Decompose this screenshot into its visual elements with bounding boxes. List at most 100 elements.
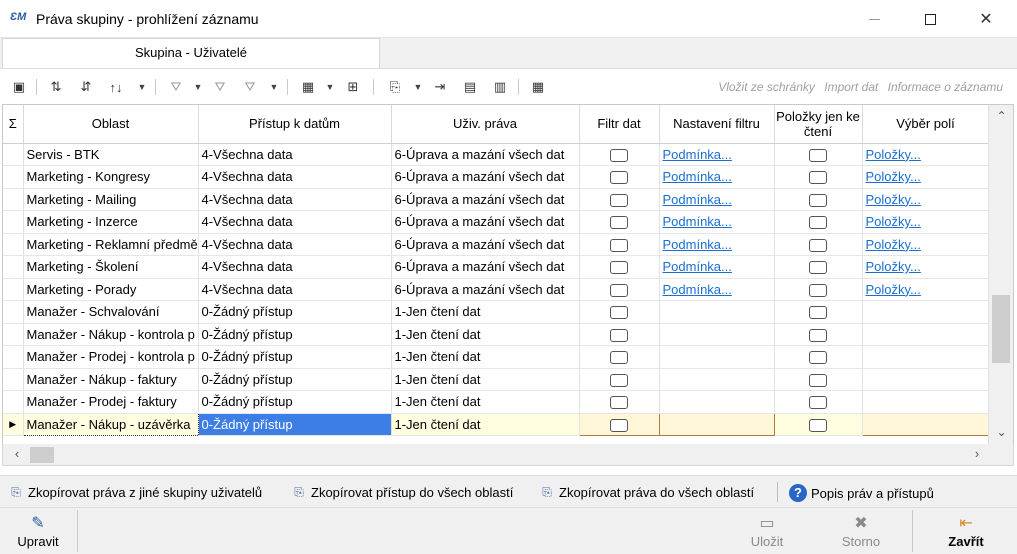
scroll-right-icon[interactable]: › xyxy=(967,446,987,461)
columns-icon[interactable]: ▦ xyxy=(298,78,318,96)
cell-nastaveni-filtru[interactable]: Podmínka... xyxy=(659,255,775,279)
readonly-checkbox[interactable] xyxy=(809,238,827,252)
cell-oblast[interactable]: Manažer - Nákup - faktury xyxy=(23,368,199,391)
condition-link[interactable]: Podmínka... xyxy=(663,214,732,229)
table-row[interactable]: Marketing - Školení 4-Všechna data 6-Úprav… xyxy=(3,255,990,279)
cell-vyber-poli[interactable] xyxy=(862,390,990,414)
cell-nastaveni-filtru[interactable]: Podmínka... xyxy=(659,165,775,189)
paste-from-clipboard-link[interactable]: Vložit ze schránky xyxy=(718,80,815,94)
copy-icon[interactable]: ⎘ xyxy=(385,78,405,96)
fields-link[interactable]: Položky... xyxy=(866,169,921,184)
cell-nastaveni-filtru[interactable]: Podmínka... xyxy=(659,278,775,301)
cell-oblast[interactable]: Marketing - Mailing xyxy=(23,188,199,211)
fields-link[interactable]: Položky... xyxy=(866,192,921,207)
cell-nastaveni-filtru[interactable] xyxy=(658,412,775,436)
minimize-button[interactable] xyxy=(851,0,897,38)
cell-oblast[interactable]: Marketing - Porady xyxy=(23,278,199,301)
cell-polozky-cteni[interactable] xyxy=(774,390,863,414)
preview-icon[interactable]: ▣ xyxy=(9,78,29,96)
cell-vyber-poli[interactable] xyxy=(862,323,990,346)
cell-prava[interactable]: 1-Jen čtení dat xyxy=(391,413,580,436)
sort-dropdown-icon[interactable]: ▼ xyxy=(137,78,147,96)
cell-nastaveni-filtru[interactable] xyxy=(659,323,775,346)
fields-link[interactable]: Položky... xyxy=(866,282,921,297)
condition-link[interactable]: Podmínka... xyxy=(663,282,732,297)
cell-polozky-cteni[interactable] xyxy=(774,233,863,256)
filtr-checkbox[interactable] xyxy=(610,238,628,252)
cell-polozky-cteni[interactable] xyxy=(774,278,863,301)
table-row[interactable]: Manažer - Prodej - kontrola p 0-Žádný pří… xyxy=(3,345,990,369)
cell-oblast[interactable]: Marketing - Kongresy xyxy=(23,165,199,189)
readonly-checkbox[interactable] xyxy=(809,373,827,387)
scroll-left-icon[interactable]: ‹ xyxy=(7,446,27,461)
import-data-link[interactable]: Import dat xyxy=(824,80,878,94)
cell-prava[interactable]: 6-Úprava a mazání všech dat xyxy=(391,143,580,166)
record-detail-icon[interactable]: ▥ xyxy=(490,78,510,96)
cell-pristup[interactable]: 4-Všechna data xyxy=(198,165,392,189)
cell-vyber-poli[interactable]: Položky... xyxy=(862,143,990,166)
cell-filtr-dat[interactable] xyxy=(579,255,660,279)
cell-nastaveni-filtru[interactable] xyxy=(659,345,775,369)
cell-polozky-cteni[interactable] xyxy=(774,323,863,346)
column-header-nastaveni-filtru[interactable]: Nastavení filtru xyxy=(659,105,775,144)
cell-polozky-cteni[interactable] xyxy=(774,143,863,166)
filtr-checkbox[interactable] xyxy=(610,193,628,207)
cell-filtr-dat[interactable] xyxy=(579,233,660,256)
fields-link[interactable]: Položky... xyxy=(866,147,921,162)
columns-dropdown-icon[interactable]: ▼ xyxy=(325,78,335,96)
column-header-filtr[interactable]: Filtr dat xyxy=(579,105,660,144)
cell-pristup[interactable]: 0-Žádný přístup xyxy=(198,390,392,414)
fields-link[interactable]: Položky... xyxy=(866,214,921,229)
cell-prava[interactable]: 1-Jen čtení dat xyxy=(391,368,580,391)
readonly-checkbox[interactable] xyxy=(809,328,827,342)
cell-pristup[interactable]: 0-Žádný přístup xyxy=(198,323,392,346)
fields-link[interactable]: Položky... xyxy=(866,259,921,274)
cell-prava[interactable]: 6-Úprava a mazání všech dat xyxy=(391,188,580,211)
table-row[interactable]: Marketing - Mailing 4-Všechna data 6-Úprav… xyxy=(3,188,990,211)
cell-polozky-cteni[interactable] xyxy=(774,210,863,234)
cell-vyber-poli[interactable]: Položky... xyxy=(862,233,990,256)
filtr-checkbox[interactable] xyxy=(610,216,628,230)
readonly-checkbox[interactable] xyxy=(809,216,827,230)
copy-rights-all-button[interactable]: ⎘ Zkopírovat práva do všech oblastí xyxy=(539,484,754,500)
cell-vyber-poli[interactable] xyxy=(862,368,990,391)
cell-oblast[interactable]: Marketing - Reklamní předmě xyxy=(23,233,199,256)
record-info-link[interactable]: Informace o záznamu xyxy=(888,80,1003,94)
column-header-oblast[interactable]: Oblast xyxy=(23,105,199,144)
cell-pristup[interactable]: 0-Žádný přístup xyxy=(198,368,392,391)
cell-filtr-dat[interactable] xyxy=(579,165,660,189)
table-row[interactable]: Marketing - Porady 4-Všechna data 6-Úprava… xyxy=(3,278,990,301)
table-row[interactable]: Marketing - Reklamní předmě 4-Všechna dat… xyxy=(3,233,990,256)
filtr-checkbox[interactable] xyxy=(610,306,628,320)
cell-nastaveni-filtru[interactable]: Podmínka... xyxy=(659,188,775,211)
cell-pristup[interactable]: 4-Všechna data xyxy=(198,210,392,234)
condition-link[interactable]: Podmínka... xyxy=(663,169,732,184)
cell-oblast[interactable]: Manažer - Nákup - uzávěrka xyxy=(22,412,199,436)
cell-oblast[interactable]: Manažer - Prodej - kontrola p xyxy=(23,345,199,369)
cell-nastaveni-filtru[interactable] xyxy=(659,390,775,414)
cell-polozky-cteni[interactable] xyxy=(774,300,863,324)
cell-polozky-cteni[interactable] xyxy=(774,255,863,279)
condition-link[interactable]: Podmínka... xyxy=(663,147,732,162)
cell-filtr-dat[interactable] xyxy=(579,210,660,234)
cell-vyber-poli[interactable]: Položky... xyxy=(862,188,990,211)
sort-custom-icon[interactable]: ↑↓ xyxy=(106,78,126,96)
cell-nastaveni-filtru[interactable]: Podmínka... xyxy=(659,143,775,166)
cell-filtr-dat[interactable] xyxy=(579,188,660,211)
filter-icon[interactable]: ⛛ xyxy=(166,78,186,96)
cell-vyber-poli[interactable] xyxy=(862,300,990,324)
cell-nastaveni-filtru[interactable] xyxy=(659,300,775,324)
help-rights-button[interactable]: ? Popis práv a přístupů xyxy=(789,484,934,502)
cell-pristup[interactable]: 4-Všechna data xyxy=(198,278,392,301)
cell-nastaveni-filtru[interactable] xyxy=(659,368,775,391)
vertical-scrollbar[interactable]: ⌃ ⌄ xyxy=(988,105,1013,445)
vertical-scroll-thumb[interactable] xyxy=(992,295,1010,363)
cell-polozky-cteni[interactable] xyxy=(774,368,863,391)
cell-pristup[interactable]: 0-Žádný přístup xyxy=(198,300,392,324)
cell-filtr-dat[interactable] xyxy=(579,323,660,346)
cell-filtr-dat[interactable] xyxy=(579,300,660,324)
table-row[interactable]: Manažer - Prodej - faktury 0-Žádný přístu… xyxy=(3,390,990,414)
cell-oblast[interactable]: Servis - BTK xyxy=(23,143,199,166)
cell-pristup[interactable]: 0-Žádný přístup xyxy=(198,345,392,369)
readonly-checkbox[interactable] xyxy=(809,306,827,320)
